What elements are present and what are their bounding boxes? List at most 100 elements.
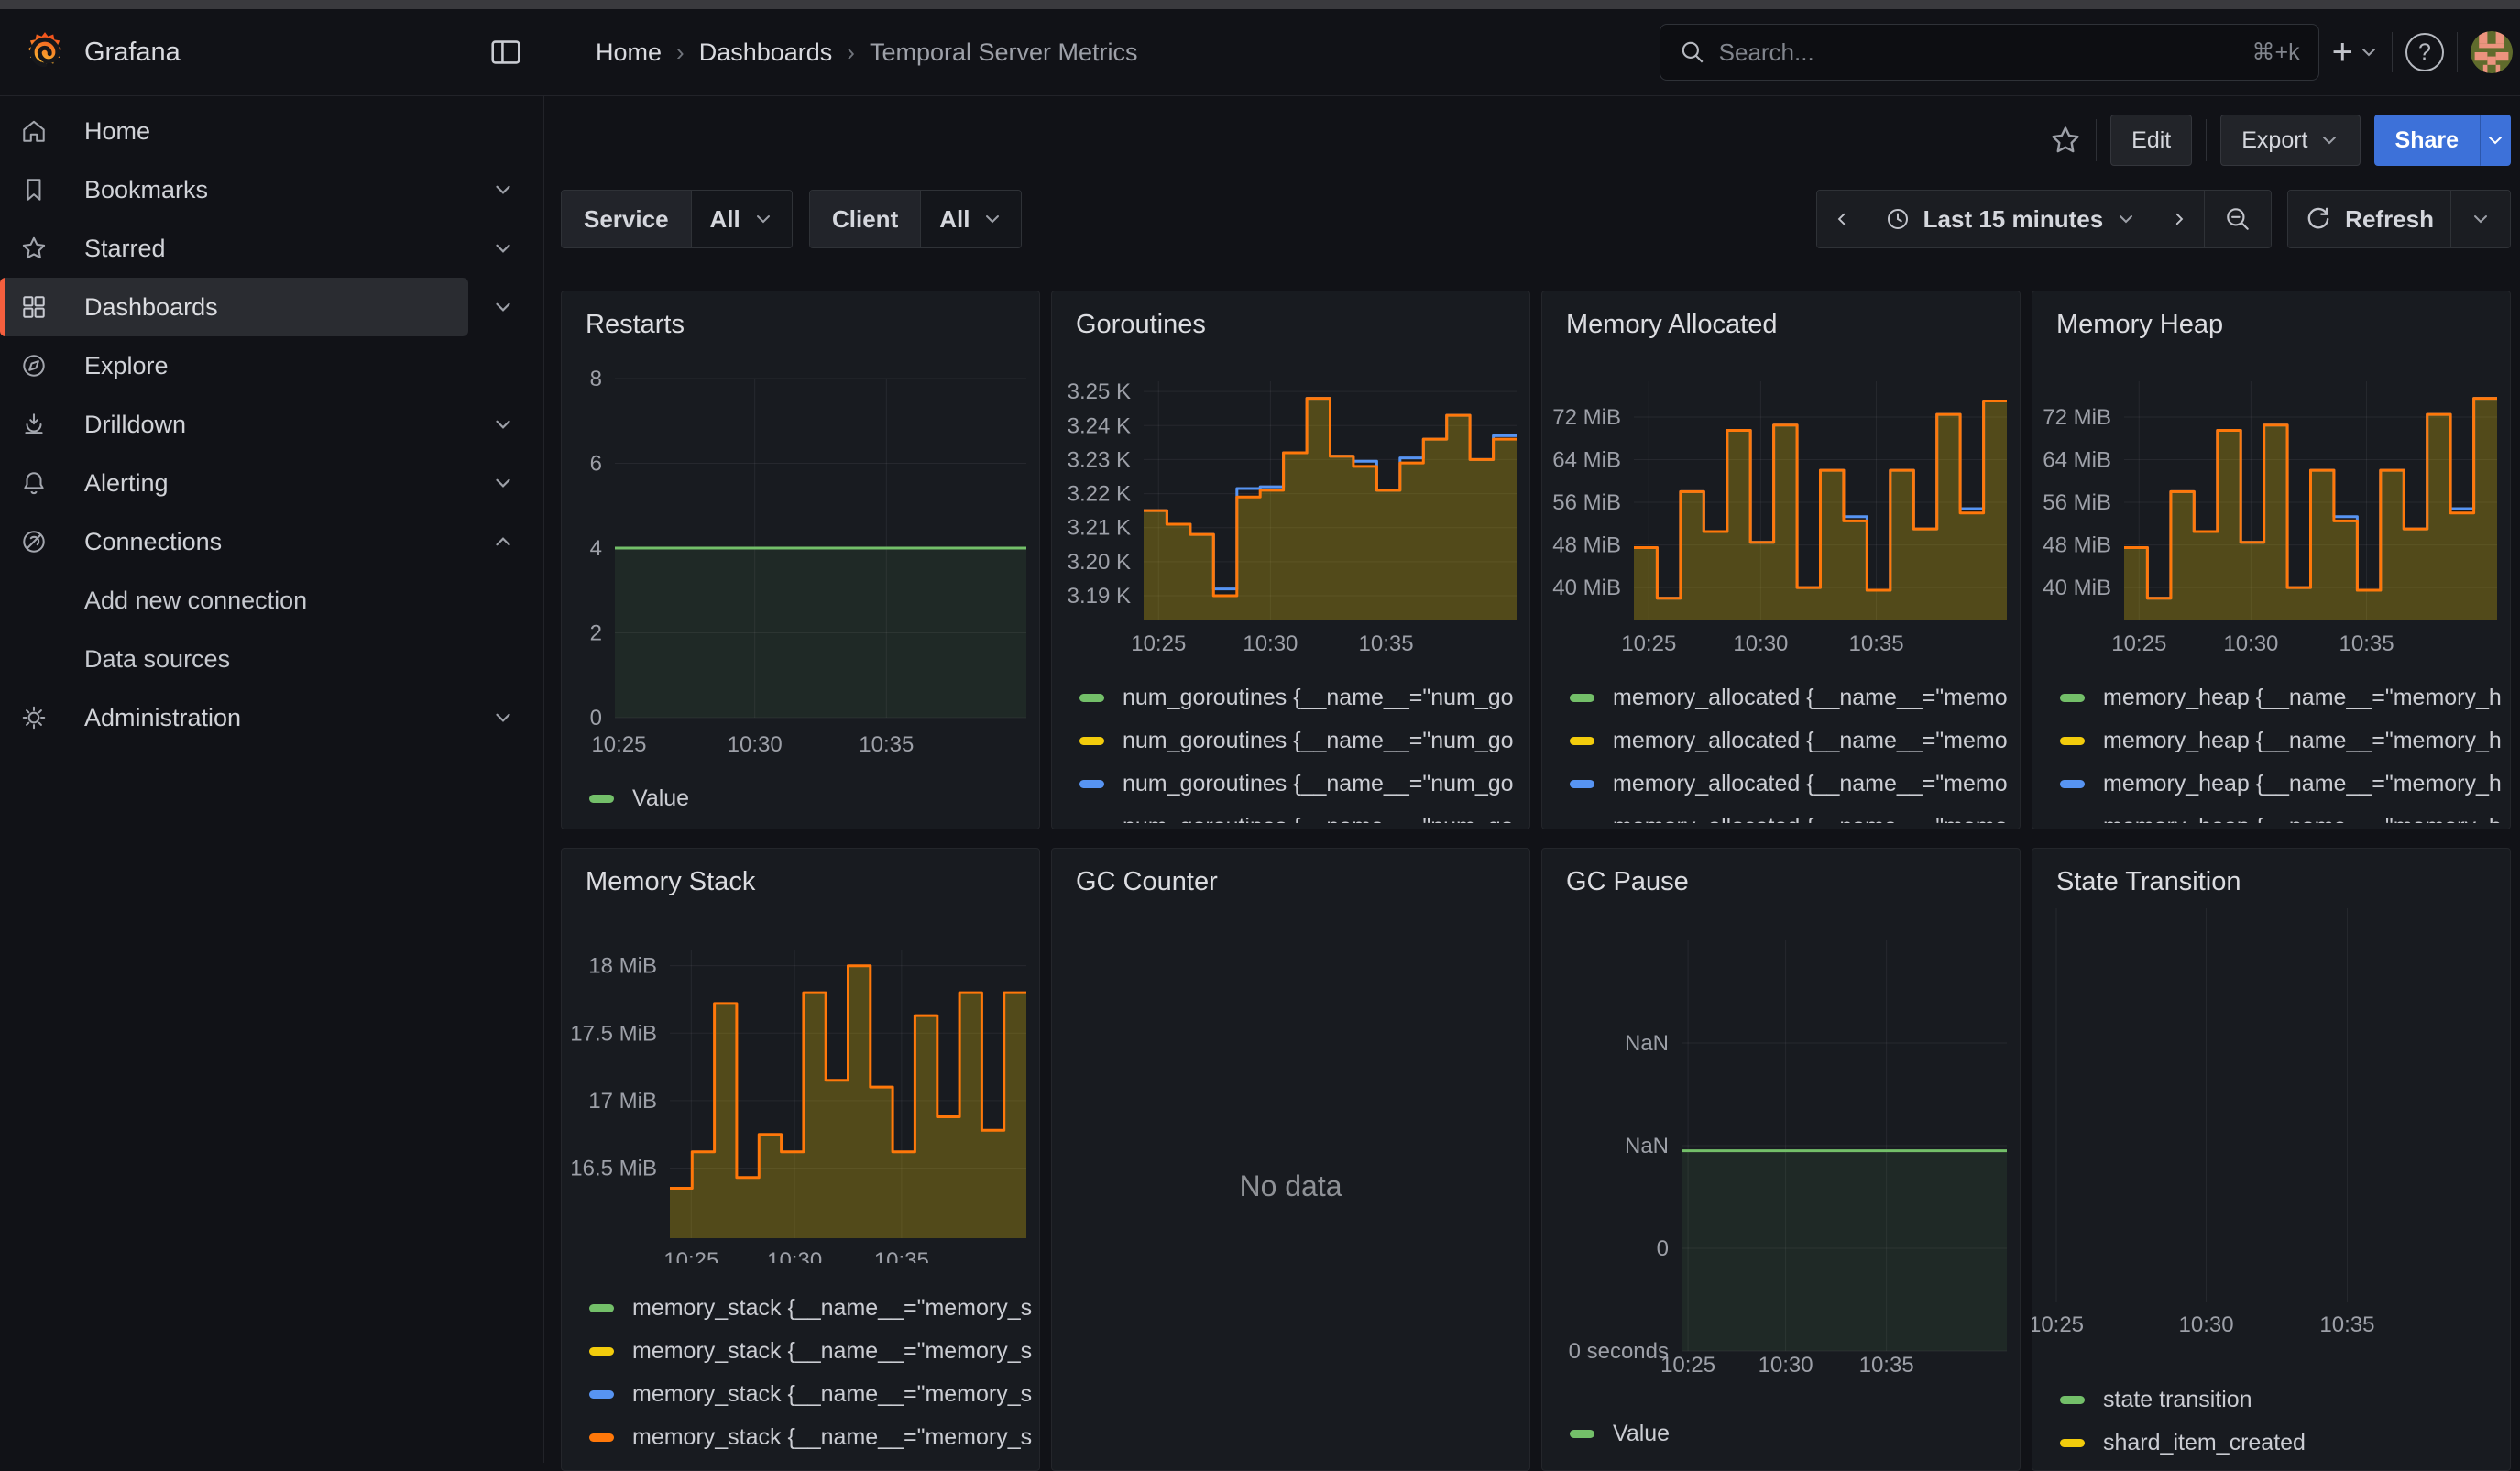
legend-item[interactable]: memory_stack {__name__="memory_s <box>589 1373 1032 1416</box>
legend-item[interactable]: memory_heap {__name__="memory_h <box>2060 763 2503 806</box>
legend-item[interactable]: Value <box>589 777 1032 820</box>
legend-label: num_goroutines {__name__="num_go <box>1123 728 1514 754</box>
legend-item[interactable]: state transition <box>2060 1378 2503 1422</box>
panel-title[interactable]: Memory Stack <box>586 867 755 897</box>
share-button[interactable]: Share <box>2374 115 2480 166</box>
panel-title[interactable]: Goroutines <box>1076 310 1206 340</box>
search-icon <box>1679 38 1706 66</box>
svg-text:10:25: 10:25 <box>2032 1312 2084 1337</box>
export-button[interactable]: Export <box>2220 115 2360 166</box>
legend-item[interactable]: memory_heap {__name__="memory_h <box>2060 719 2503 763</box>
search-input[interactable] <box>1719 38 2240 67</box>
gc-pause-chart[interactable]: NaNNaN00 seconds10:2510:3010:35 <box>1542 906 2021 1382</box>
no-data-message: No data <box>1052 1169 1529 1203</box>
svg-text:10:35: 10:35 <box>874 1248 929 1263</box>
time-back-button[interactable] <box>1817 191 1868 247</box>
memory-stack-chart[interactable]: 16.5 MiB17 MiB17.5 MiB18 MiB10:2510:3010… <box>562 906 1040 1263</box>
legend-item[interactable]: memory_allocated {__name__="memo <box>1570 763 2012 806</box>
legend-item[interactable]: memory_allocated {__name__="memo <box>1570 719 2012 763</box>
sidebar-item-data-sources[interactable]: Data sources <box>0 630 527 688</box>
home-icon <box>20 117 48 145</box>
svg-text:0: 0 <box>590 706 602 730</box>
sidebar-item-alerting[interactable]: Alerting <box>0 454 527 512</box>
legend-item[interactable]: memory_stack {__name__="memory_s <box>589 1416 1032 1459</box>
refresh-interval-button[interactable] <box>2451 191 2510 247</box>
search-shortcut: ⌘+k <box>2252 38 2300 66</box>
refresh-group: Refresh <box>2287 190 2511 248</box>
sidebar-item-administration[interactable]: Administration <box>0 688 527 747</box>
chevron-down-icon[interactable] <box>492 707 514 729</box>
sidebar-item-starred[interactable]: Starred <box>0 219 527 278</box>
legend-item[interactable]: memory_allocated {__name__="memo <box>1570 676 2012 719</box>
chevron-down-icon[interactable] <box>492 179 514 201</box>
panel-title[interactable]: Restarts <box>586 310 685 340</box>
legend-item[interactable]: memory_stack {__name__="memory_s <box>589 1330 1032 1373</box>
avatar[interactable] <box>2471 31 2513 73</box>
svg-text:10:35: 10:35 <box>2319 1312 2374 1337</box>
zoom-out-button[interactable] <box>2205 191 2271 247</box>
client-filter-value[interactable]: All <box>921 191 1021 247</box>
legend-item[interactable]: num_goroutines {__name__="num_go <box>1079 763 1522 806</box>
legend-item[interactable]: memory_heap {__name__="memory_h <box>2060 676 2503 719</box>
legend-item[interactable]: memory_allocated {__name__="memo <box>1570 806 2012 823</box>
chevron-up-icon[interactable] <box>492 531 514 553</box>
svg-text:10:25: 10:25 <box>663 1248 718 1263</box>
breadcrumb-home[interactable]: Home <box>596 38 662 67</box>
legend-item[interactable]: Value <box>1570 1412 2012 1455</box>
svg-text:6: 6 <box>590 452 602 477</box>
legend-color-dash <box>2060 737 2085 745</box>
search-box[interactable]: ⌘+k <box>1660 24 2319 81</box>
window-top-strip <box>0 0 2520 9</box>
svg-text:40 MiB: 40 MiB <box>2043 576 2111 600</box>
memory-heap-chart[interactable]: 40 MiB48 MiB56 MiB64 MiB72 MiB10:2510:30… <box>2032 348 2511 664</box>
panel-title[interactable]: State Transition <box>2056 867 2241 897</box>
svg-text:16.5 MiB: 16.5 MiB <box>570 1156 657 1180</box>
chevron-down-icon[interactable] <box>492 472 514 494</box>
service-filter-value[interactable]: All <box>692 191 792 247</box>
breadcrumb-dashboards[interactable]: Dashboards <box>699 38 833 67</box>
sidebar-item-explore[interactable]: Explore <box>0 336 527 395</box>
help-button[interactable]: ? <box>2405 33 2444 71</box>
sidebar-item-bookmarks[interactable]: Bookmarks <box>0 160 527 219</box>
time-forward-button[interactable] <box>2153 191 2205 247</box>
panel-title[interactable]: GC Pause <box>1566 867 1689 897</box>
panel-title[interactable]: Memory Allocated <box>1566 310 1778 340</box>
memory-allocated-chart[interactable]: 40 MiB48 MiB56 MiB64 MiB72 MiB10:2510:30… <box>1542 348 2021 664</box>
chevron-down-icon[interactable] <box>492 237 514 259</box>
grafana-logo-icon[interactable] <box>24 31 66 73</box>
legend-color-dash <box>589 1304 614 1312</box>
chevron-down-icon <box>753 209 773 229</box>
goroutines-chart[interactable]: 3.19 K3.20 K3.21 K3.22 K3.23 K3.24 K3.25… <box>1052 348 1530 664</box>
sidebar-item-drilldown[interactable]: Drilldown <box>0 395 527 454</box>
sidebar-item-connections[interactable]: Connections <box>0 512 527 571</box>
refresh-button[interactable]: Refresh <box>2288 191 2451 247</box>
panel-title[interactable]: Memory Heap <box>2056 310 2223 340</box>
share-menu-button[interactable] <box>2480 115 2511 166</box>
legend: state transitionshard_item_created <box>2060 1378 2503 1465</box>
svg-text:8: 8 <box>590 367 602 391</box>
state-transition-chart[interactable]: 10:2510:3010:35 <box>2032 906 2511 1345</box>
legend-label: num_goroutines {__name__="num_go <box>1123 685 1514 711</box>
add-button[interactable]: + <box>2332 34 2379 71</box>
legend-item[interactable]: memory_heap {__name__="memory_h <box>2060 806 2503 823</box>
legend-item[interactable]: shard_item_created <box>2060 1422 2503 1465</box>
legend-item[interactable]: memory_stack {__name__="memory_s <box>589 1287 1032 1330</box>
chevron-down-icon[interactable] <box>492 413 514 435</box>
favorite-button[interactable] <box>2049 124 2082 157</box>
sidebar-item-dashboards[interactable]: Dashboards <box>0 278 468 336</box>
sidebar-toggle-button[interactable] <box>488 34 524 71</box>
panel-title[interactable]: GC Counter <box>1076 867 1218 897</box>
svg-text:0 seconds: 0 seconds <box>1569 1339 1669 1364</box>
legend-item[interactable]: num_goroutines {__name__="num_go <box>1079 719 1522 763</box>
legend-item[interactable]: num_goroutines {__name__="num_go <box>1079 806 1522 823</box>
svg-text:72 MiB: 72 MiB <box>2043 405 2111 430</box>
sidebar-item-add-new-connection[interactable]: Add new connection <box>0 571 527 630</box>
legend-item[interactable]: num_goroutines {__name__="num_go <box>1079 676 1522 719</box>
time-range-button[interactable]: Last 15 minutes <box>1868 191 2154 247</box>
legend-label: memory_allocated {__name__="memo <box>1613 685 2008 711</box>
restarts-chart[interactable]: 0246810:2510:3010:35 <box>562 348 1040 770</box>
sidebar-item-home[interactable]: Home <box>0 102 527 160</box>
chevron-down-icon[interactable] <box>492 296 514 321</box>
breadcrumb-separator: › <box>676 38 685 67</box>
edit-button[interactable]: Edit <box>2110 115 2192 166</box>
